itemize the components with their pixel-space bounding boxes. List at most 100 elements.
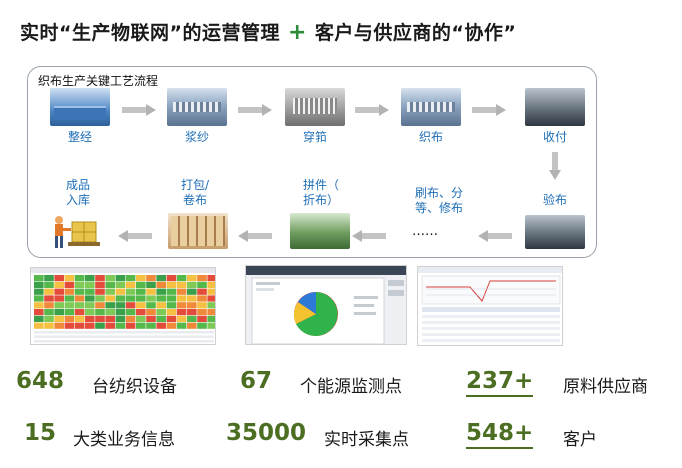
- energy-dashboard-thumbnail: [245, 265, 407, 345]
- status-cell: [136, 309, 146, 316]
- status-cell: [85, 322, 95, 329]
- packing-line1: 打包/: [180, 178, 210, 192]
- status-cell: [44, 315, 54, 322]
- status-cell: [105, 275, 115, 282]
- status-cell: [44, 288, 54, 295]
- stat-number: 648: [16, 368, 65, 394]
- status-cell: [34, 281, 44, 288]
- status-cell: [64, 302, 75, 309]
- status-cell: [105, 315, 115, 322]
- warehouse-forklift-icon: [50, 212, 106, 256]
- status-cell: [176, 302, 187, 309]
- status-cell: [85, 281, 95, 288]
- stat-number: 35000: [226, 420, 307, 446]
- status-cell: [207, 281, 215, 288]
- status-cell: [197, 275, 207, 282]
- status-cell: [95, 322, 105, 329]
- arrow-right-icon: [122, 104, 156, 116]
- ellipsis-text: ……: [412, 224, 438, 239]
- status-cell: [166, 281, 177, 288]
- title-part2: 客户与供应商的“协作”: [314, 22, 517, 44]
- status-cell: [125, 322, 136, 329]
- receiving-image: [525, 88, 585, 126]
- status-cell: [34, 322, 44, 329]
- status-cell: [105, 302, 115, 309]
- status-cell: [156, 322, 166, 329]
- status-cell: [95, 288, 105, 295]
- status-cell: [85, 302, 95, 309]
- status-cell: [64, 315, 75, 322]
- status-cell: [34, 275, 44, 282]
- status-cell: [176, 288, 187, 295]
- status-cell: [115, 309, 126, 316]
- status-cell: [125, 275, 136, 282]
- status-cell: [95, 275, 105, 282]
- status-cell: [54, 288, 64, 295]
- status-cell: [136, 302, 146, 309]
- status-cell: [44, 302, 54, 309]
- status-cell: [136, 288, 146, 295]
- status-cell: [146, 295, 156, 302]
- status-cell: [207, 275, 215, 282]
- step-drawing-in-label: 穿筘: [302, 130, 327, 144]
- status-cell: [156, 315, 166, 322]
- status-cell: [156, 281, 166, 288]
- status-cell: [85, 315, 95, 322]
- status-cell: [115, 288, 126, 295]
- status-cell: [136, 295, 146, 302]
- status-cell: [54, 275, 64, 282]
- stat-number: 548+: [466, 420, 534, 449]
- status-cell: [95, 309, 105, 316]
- status-cell: [176, 309, 187, 316]
- plus-icon: +: [287, 20, 307, 45]
- status-cell: [115, 281, 126, 288]
- status-cell: [34, 302, 44, 309]
- storage-line2: 入库: [65, 193, 90, 207]
- status-cell: [197, 295, 207, 302]
- arrow-down-icon: [549, 152, 561, 184]
- step-inspection: [520, 215, 590, 249]
- arrow-left-icon: [478, 230, 512, 242]
- piecing-image: [290, 213, 350, 249]
- status-cell: [146, 281, 156, 288]
- status-cell: [176, 322, 187, 329]
- status-cell: [85, 275, 95, 282]
- status-cell: [64, 281, 75, 288]
- status-cell: [74, 315, 85, 322]
- status-cell: [54, 295, 64, 302]
- status-cell: [115, 295, 126, 302]
- arrow-right-icon: [355, 104, 389, 116]
- status-cell: [44, 275, 54, 282]
- fabric-rolls-image: [168, 213, 228, 249]
- status-cell: [187, 295, 197, 302]
- status-cell: [115, 322, 126, 329]
- status-cell: [125, 309, 136, 316]
- status-cell: [44, 281, 54, 288]
- status-cell: [136, 281, 146, 288]
- status-cell: [74, 295, 85, 302]
- arrow-right-icon: [238, 104, 272, 116]
- status-cell: [105, 322, 115, 329]
- stat-collection: 35000: [226, 420, 306, 446]
- status-cell: [156, 275, 166, 282]
- packing-line2: 卷布: [182, 193, 207, 207]
- status-cell: [166, 302, 177, 309]
- status-cell: [207, 288, 215, 295]
- status-cell: [105, 309, 115, 316]
- stat-label: 大类业务信息: [73, 430, 175, 450]
- status-cell: [74, 275, 85, 282]
- title-part1: 实时“生产物联网”的运营管理: [20, 22, 280, 44]
- status-cell: [146, 275, 156, 282]
- brushing-line1: 刷布、分: [414, 186, 463, 200]
- inspection-image: [525, 215, 585, 249]
- status-cell: [54, 309, 64, 316]
- weaving-loom-image: [401, 88, 461, 126]
- status-cell: [146, 315, 156, 322]
- status-cell: [64, 275, 75, 282]
- stat-collection-label: 实时采集点: [324, 425, 409, 450]
- status-cell: [44, 295, 54, 302]
- step-weaving-label: 织布: [418, 130, 443, 144]
- stat-customers-label: 客户: [563, 425, 597, 450]
- status-cell: [197, 309, 207, 316]
- status-cell: [207, 322, 215, 329]
